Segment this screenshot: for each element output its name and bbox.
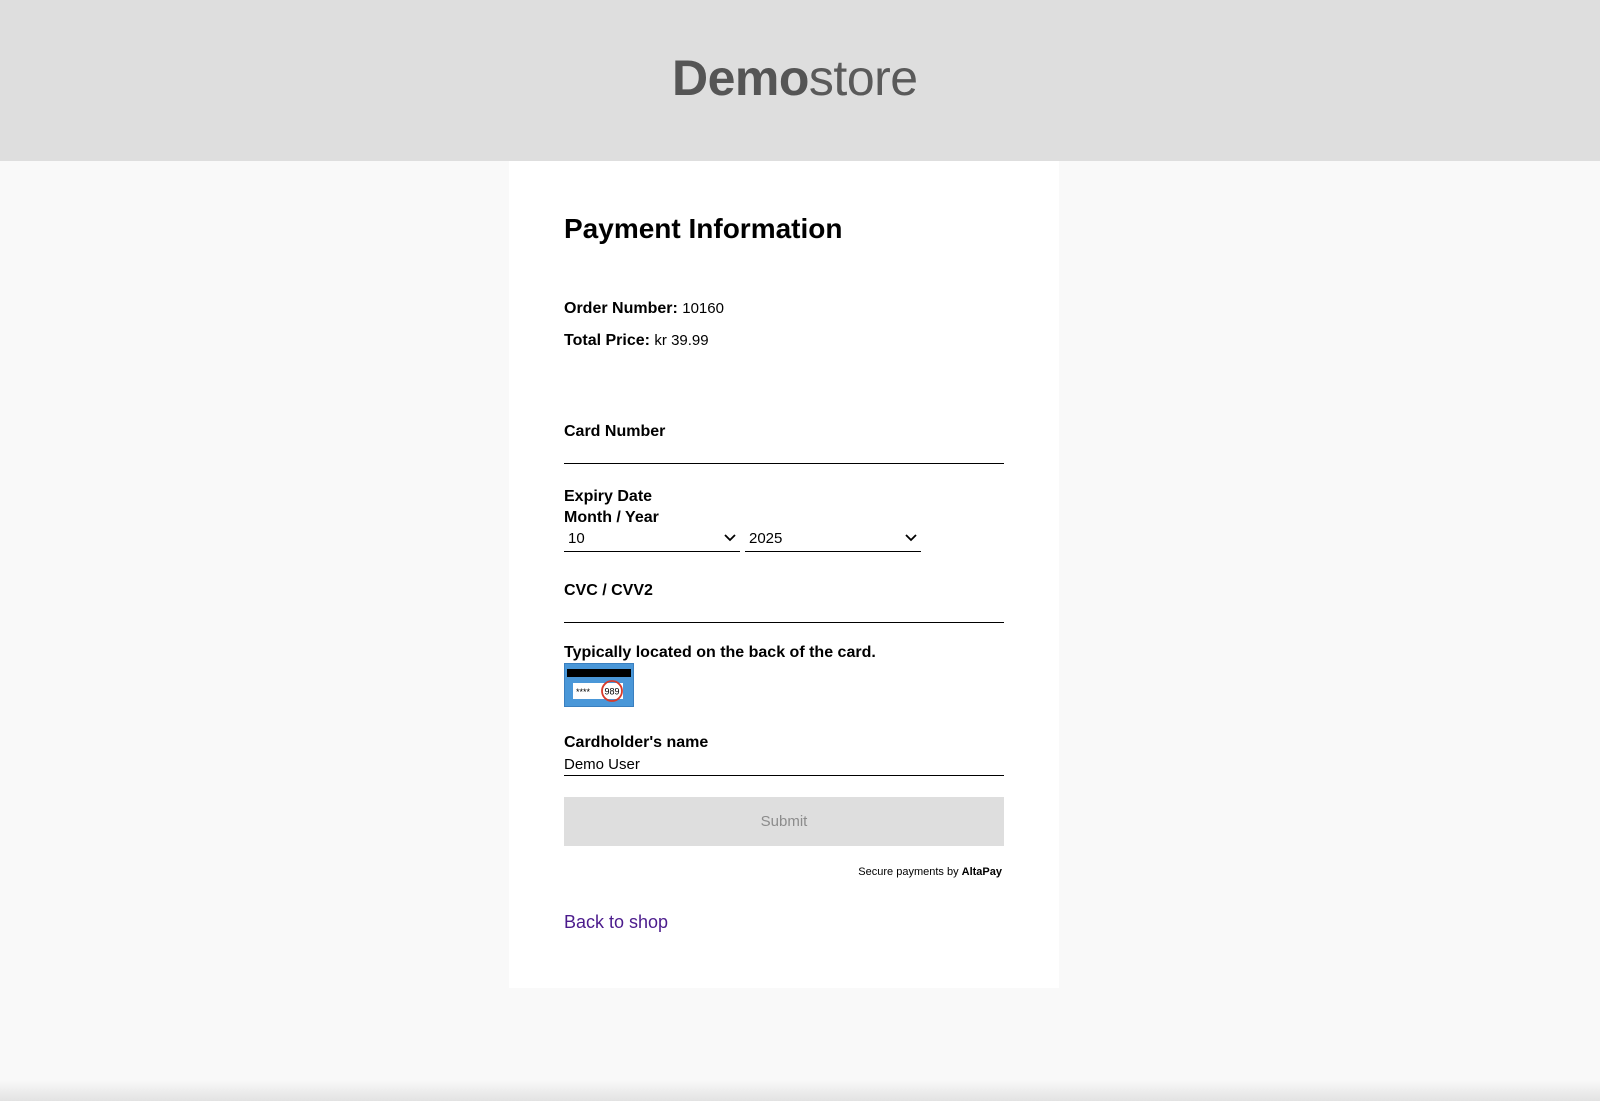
back-to-shop-link[interactable]: Back to shop <box>564 912 668 933</box>
expiry-month-value: 10 <box>568 530 585 547</box>
store-logo[interactable]: Demostore <box>672 48 918 108</box>
svg-text:****: **** <box>576 687 591 697</box>
expiry-date-label: Expiry Date <box>564 488 653 505</box>
logo-bold-text: Demo <box>672 50 809 106</box>
submit-button[interactable]: Submit <box>564 797 1004 846</box>
secure-payments-brand: AltaPay <box>961 866 1002 878</box>
order-number-label: Order Number: <box>564 300 678 317</box>
card-back-illustration: **** 989 <box>564 663 634 707</box>
bottom-edge-shadow <box>0 1080 1600 1101</box>
page-title: Payment Information <box>564 213 843 244</box>
secure-payments-note: Secure payments by AltaPay <box>858 866 1002 878</box>
card-back-icon: **** 989 <box>567 669 631 702</box>
card-example-digits: 989 <box>605 687 620 697</box>
order-number-value: 10160 <box>682 300 724 317</box>
cardholder-name-label: Cardholder's name <box>564 734 709 751</box>
chevron-down-icon <box>905 534 917 542</box>
order-number-line: Order Number: 10160 <box>564 300 724 318</box>
cvc-label: CVC / CVV2 <box>564 582 653 599</box>
total-price-value: kr 39.99 <box>654 332 709 349</box>
card-number-label: Card Number <box>564 423 666 440</box>
card-number-input[interactable] <box>564 441 1004 464</box>
logo-light-text: store <box>808 50 918 106</box>
total-price-label: Total Price: <box>564 332 650 349</box>
expiry-month-year-label: Month / Year <box>564 509 659 526</box>
cvc-input[interactable] <box>564 600 1004 623</box>
cvc-hint: Typically located on the back of the car… <box>564 644 876 661</box>
cardholder-name-input[interactable] <box>564 753 1004 776</box>
payment-panel: Payment Information Order Number: 10160 … <box>509 161 1059 988</box>
site-header: Demostore <box>0 0 1600 161</box>
expiry-year-select[interactable]: 2025 <box>745 528 921 552</box>
expiry-month-select[interactable]: 10 <box>564 528 740 552</box>
chevron-down-icon <box>724 534 736 542</box>
expiry-year-value: 2025 <box>749 530 783 547</box>
secure-payments-prefix: Secure payments by <box>858 866 959 878</box>
total-price-line: Total Price: kr 39.99 <box>564 332 709 350</box>
